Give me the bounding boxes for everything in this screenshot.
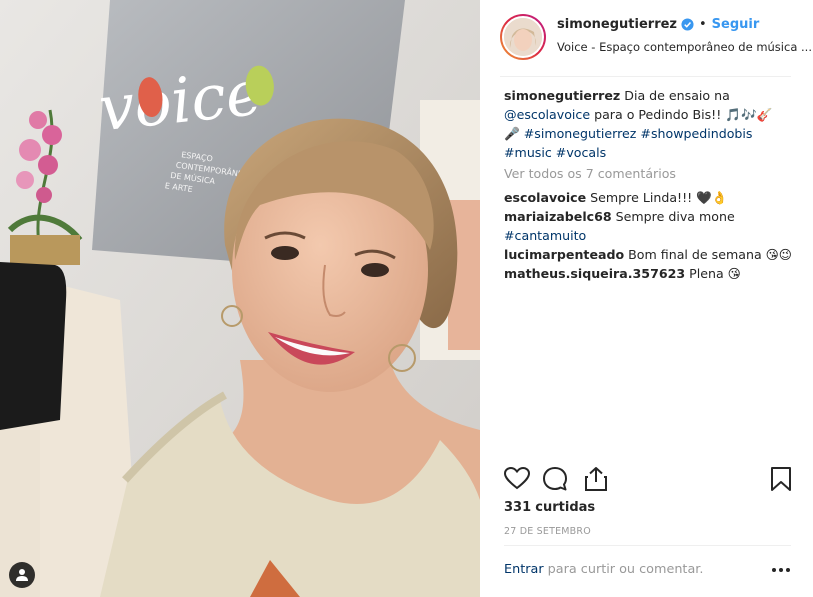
comment-input-row: Entrar para curtir ou comentar. [504, 562, 791, 577]
comment-text: Bom final de semana 😘😉 [628, 247, 792, 262]
follow-button[interactable]: Seguir [712, 17, 760, 32]
caption-mention[interactable]: @escolavoice [504, 107, 590, 122]
more-options-icon[interactable] [771, 565, 791, 575]
comment-item: matheus.siqueira.357623 Plena 😘 [504, 264, 794, 283]
comment-item: escolavoice Sempre Linda!!! 🖤👌 [504, 188, 794, 207]
bookmark-icon[interactable] [768, 466, 794, 492]
header-separator: • [699, 17, 707, 32]
comment-text: Plena 😘 [689, 266, 741, 281]
likes-label: curtidas [535, 500, 596, 515]
comment-text: Sempre diva mone [615, 209, 735, 224]
comment-divider [504, 545, 791, 546]
post-details-panel: simonegutierrez • Seguir Voice - Espaço … [480, 0, 813, 597]
caption-emojis: 🎵🎶🎸 [725, 107, 773, 122]
likes-number: 331 [504, 500, 532, 515]
microphone-emoji: 🎤 [504, 126, 520, 141]
header-user-row: simonegutierrez • Seguir [557, 17, 759, 32]
caption: simonegutierrez Dia de ensaio na @escola… [504, 86, 794, 162]
user-tag-icon [16, 569, 28, 581]
caption-username[interactable]: simonegutierrez [504, 88, 620, 103]
caption-text-1: Dia de ensaio na [624, 88, 730, 103]
comment-bubble-icon[interactable] [542, 466, 568, 492]
comment-prompt: para curtir ou comentar. [547, 562, 704, 577]
tag-user-button[interactable] [9, 562, 35, 588]
location-link[interactable]: Voice - Espaço contemporâneo de música .… [557, 40, 812, 54]
header-username[interactable]: simonegutierrez [557, 17, 677, 32]
comment-item: mariaizabelc68 Sempre diva mone #cantamu… [504, 207, 794, 245]
caption-hashtags-1[interactable]: #simonegutierrez #showpedindobis [524, 126, 753, 141]
post-actions [504, 466, 794, 494]
post-header: simonegutierrez • Seguir Voice - Espaço … [480, 0, 813, 77]
comment-username[interactable]: matheus.siqueira.357623 [504, 266, 685, 281]
comment-username[interactable]: mariaizabelc68 [504, 209, 612, 224]
avatar[interactable] [500, 14, 546, 60]
verified-badge-icon [681, 18, 694, 31]
post-photo[interactable]: voice ESPAÇO CONTEMPORÂNEO DE MÚSICA E A… [0, 0, 480, 597]
view-all-comments-link[interactable]: Ver todos os 7 comentários [504, 164, 794, 183]
share-icon[interactable] [583, 466, 609, 492]
caption-text-2: para o Pedindo Bis!! [594, 107, 722, 122]
avatar-image [504, 18, 542, 56]
comments-list: simonegutierrez Dia de ensaio na @escola… [504, 86, 794, 283]
likes-count[interactable]: 331 curtidas [504, 500, 595, 515]
comment-item: lucimarpenteado Bom final de semana 😘😉 [504, 245, 794, 264]
header-divider [500, 76, 791, 77]
login-link[interactable]: Entrar [504, 562, 544, 577]
caption-hashtags-2[interactable]: #music #vocals [504, 145, 606, 160]
comment-username[interactable]: escolavoice [504, 190, 586, 205]
comment-username[interactable]: lucimarpenteado [504, 247, 624, 262]
comment-hashtag[interactable]: #cantamuito [504, 228, 586, 243]
selfie-photo: voice ESPAÇO CONTEMPORÂNEO DE MÚSICA E A… [0, 0, 480, 597]
heart-icon[interactable] [504, 466, 530, 492]
comment-text: Sempre Linda!!! 🖤👌 [590, 190, 728, 205]
post-date[interactable]: 27 DE SETEMBRO [504, 526, 591, 537]
